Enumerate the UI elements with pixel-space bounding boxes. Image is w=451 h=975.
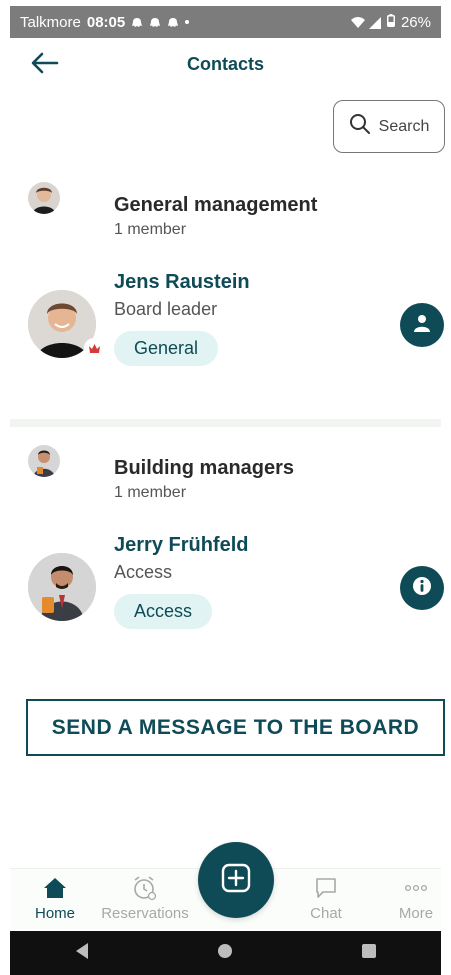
system-recents-button[interactable] — [349, 933, 389, 973]
search-label: Search — [378, 117, 430, 135]
group-member-count: 1 member — [114, 221, 187, 238]
square-recents-icon — [361, 943, 377, 964]
contact-tag: Access — [114, 594, 213, 629]
tab-home[interactable]: Home — [10, 875, 100, 929]
carrier-label: Talkmore — [20, 13, 81, 31]
group-title: Building managers — [114, 457, 295, 479]
group-avatar — [28, 182, 60, 214]
person-icon — [412, 313, 432, 338]
notification-ghost-icon — [131, 16, 143, 28]
contact-role: Board leader — [114, 299, 218, 319]
clock: 08:05 — [86, 13, 126, 31]
battery-icon — [386, 13, 395, 31]
group-title: General management — [114, 194, 318, 216]
tab-reservations[interactable]: Reservations — [100, 875, 190, 929]
contact-role: Access — [114, 562, 173, 582]
group-header-building-managers: Building managers 1 member — [10, 443, 441, 513]
send-message-to-board-button[interactable]: SEND A MESSAGE TO THE BOARD — [26, 699, 445, 756]
chat-bubble-icon — [313, 875, 339, 901]
search-icon — [349, 113, 371, 140]
contact-card[interactable]: Jens Raustein Board leader General — [10, 270, 444, 370]
system-navigation-bar — [10, 931, 441, 975]
contact-name[interactable]: Jerry Frühfeld — [114, 534, 248, 557]
add-icon — [220, 862, 252, 899]
tab-label: More — [398, 905, 434, 922]
contact-profile-button[interactable] — [400, 303, 444, 347]
system-back-button[interactable] — [62, 933, 102, 973]
info-icon — [412, 576, 432, 601]
app-header: Contacts — [10, 40, 441, 90]
group-member-count: 1 member — [114, 484, 187, 501]
battery-level: 26% — [400, 13, 431, 31]
tab-chat[interactable]: Chat — [281, 875, 371, 929]
page-title: Contacts — [186, 54, 264, 74]
crown-badge-icon — [84, 338, 104, 358]
triangle-back-icon — [74, 942, 90, 965]
notification-ghost-icon — [149, 16, 161, 28]
search-button[interactable]: Search — [333, 100, 445, 153]
group-avatar — [28, 445, 60, 477]
avatar — [28, 553, 96, 621]
group-header-general-management: General management 1 member — [10, 180, 441, 250]
tab-more[interactable]: More — [371, 875, 451, 929]
contact-info-button[interactable] — [400, 566, 444, 610]
notification-dot-icon — [185, 20, 190, 24]
contact-name[interactable]: Jens Raustein — [114, 271, 250, 294]
contact-card[interactable]: Jerry Frühfeld Access Access — [10, 533, 444, 633]
home-icon — [42, 875, 68, 901]
section-divider — [10, 419, 441, 427]
tab-label: Reservations — [101, 905, 189, 922]
signal-icon — [368, 16, 381, 29]
add-button[interactable] — [198, 842, 274, 918]
wifi-icon — [350, 16, 365, 28]
tab-label: Chat — [310, 905, 342, 922]
contact-tag: General — [114, 331, 219, 366]
tab-label: Home — [34, 905, 75, 922]
status-bar: Talkmore 08:05 26% — [10, 6, 441, 38]
notification-ghost-icon — [167, 16, 179, 28]
alarm-clock-icon — [132, 875, 158, 901]
circle-home-icon — [217, 943, 233, 964]
system-home-button[interactable] — [205, 933, 245, 973]
more-dots-icon — [403, 875, 429, 901]
